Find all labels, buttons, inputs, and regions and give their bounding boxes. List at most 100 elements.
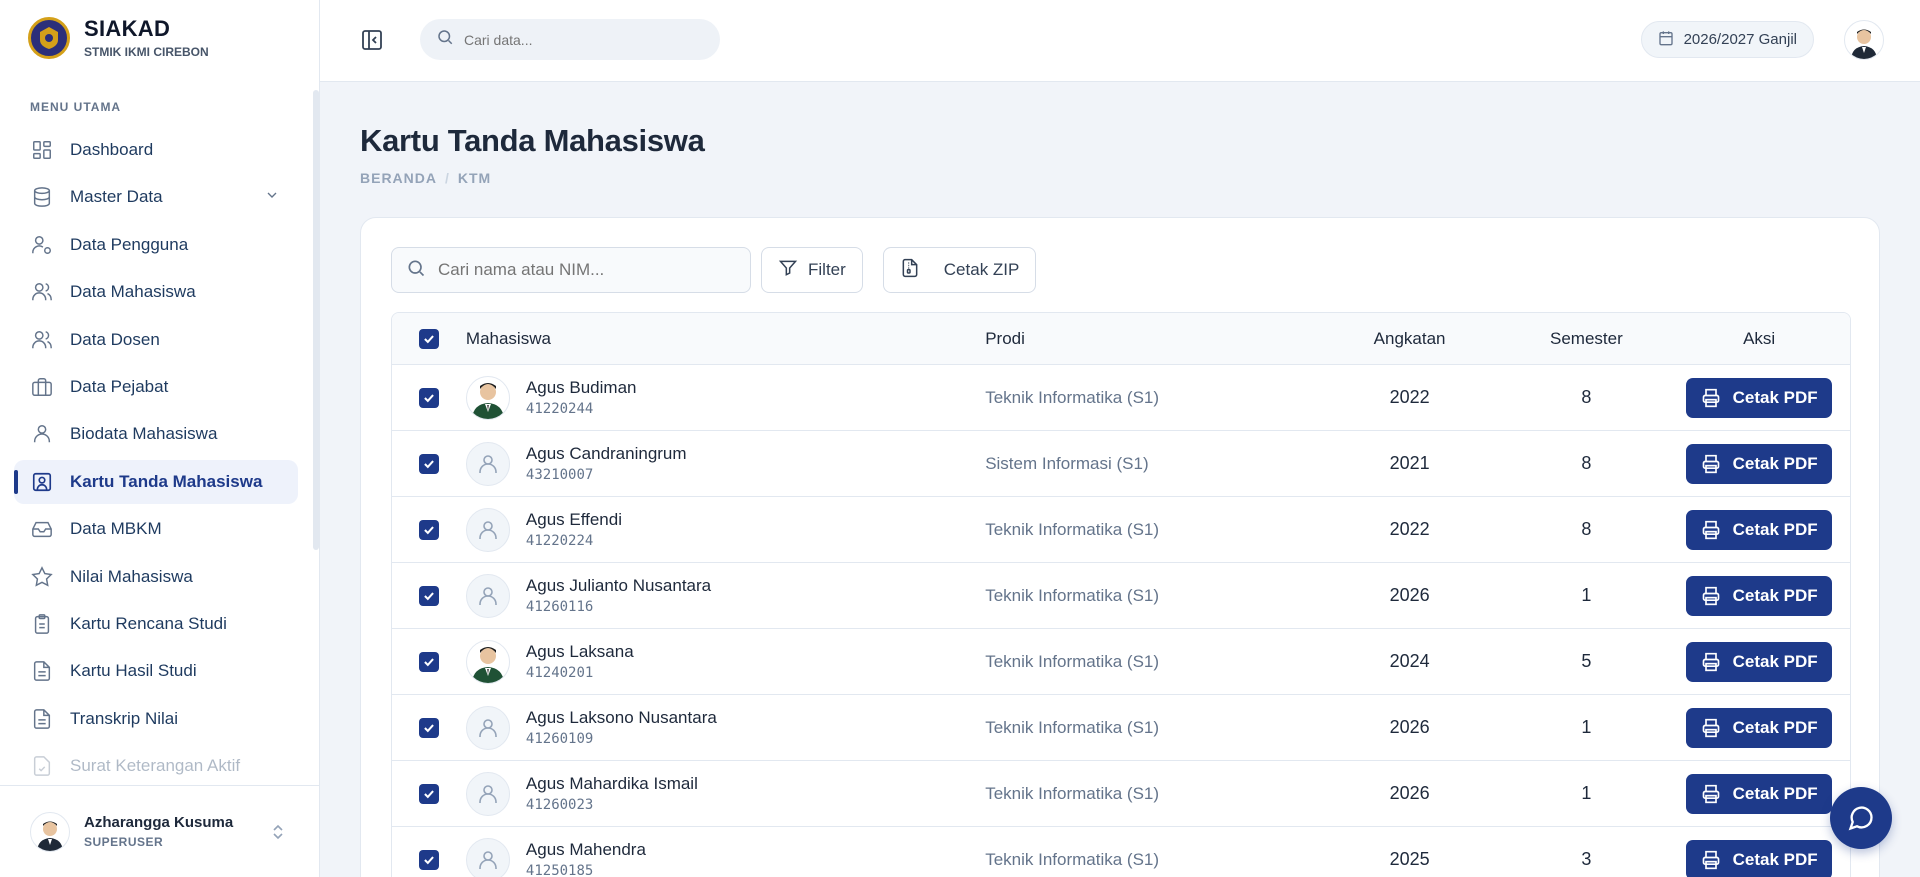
row-checkbox[interactable]	[418, 717, 439, 738]
student-name: Agus Mahendra	[525, 840, 646, 859]
column-header-program[interactable]: Prodi	[985, 329, 1315, 349]
printer-icon	[1701, 784, 1721, 804]
user-placeholder-icon	[465, 771, 510, 816]
academic-period-label: 2026/2027 Ganjil	[1683, 31, 1797, 48]
sidebar-item-data-pejabat[interactable]: Data Pejabat	[14, 365, 298, 409]
student-semester: 5	[1581, 651, 1592, 671]
print-pdf-button[interactable]: Cetak PDF	[1686, 377, 1833, 418]
avatar	[30, 811, 70, 852]
check-icon	[422, 721, 436, 735]
sidebar-toggle-button[interactable]	[360, 28, 386, 54]
sidebar-item-data-pengguna[interactable]: Data Pengguna	[14, 223, 298, 267]
user-profile-card[interactable]: Azharangga Kusuma SUPERUSER	[0, 785, 319, 877]
column-header-semester[interactable]: Semester	[1504, 329, 1668, 349]
table-row: Agus Mahardika Ismail 41260023 Teknik In…	[392, 761, 1850, 827]
sidebar-item-data-mahasiswa[interactable]: Data Mahasiswa	[14, 270, 298, 314]
table-toolbar: Filter Cetak ZIP	[391, 247, 1037, 293]
user-placeholder-icon	[465, 837, 510, 877]
student-year: 2022	[1389, 387, 1430, 407]
academic-period-chip[interactable]: 2026/2027 Ganjil	[1640, 21, 1814, 58]
print-pdf-button[interactable]: Cetak PDF	[1686, 575, 1833, 616]
sidebar-item-nilai-mahasiswa[interactable]: Nilai Mahasiswa	[14, 555, 298, 599]
check-icon	[424, 334, 434, 343]
student-semester: 1	[1581, 717, 1592, 737]
students-table: Mahasiswa Prodi Angkatan Semester Aksi A…	[391, 312, 1851, 877]
brand[interactable]: SIAKAD STMIK IKMI CIREBON	[28, 16, 209, 59]
id-card-icon	[30, 470, 54, 494]
row-checkbox[interactable]	[418, 585, 439, 606]
sidebar-item-kartu-tanda-mahasiswa[interactable]: Kartu Tanda Mahasiswa	[14, 459, 298, 504]
sidebar-item-kartu-hasil-studi[interactable]: Kartu Hasil Studi	[14, 649, 298, 693]
column-header-student[interactable]: Mahasiswa	[466, 329, 985, 349]
student-search[interactable]	[391, 247, 751, 293]
sidebar-item-data-mbkm[interactable]: Data MBKM	[14, 507, 298, 551]
select-all-checkbox[interactable]	[418, 328, 439, 349]
print-zip-button[interactable]: Cetak ZIP	[882, 247, 1037, 293]
column-header-year[interactable]: Angkatan	[1315, 329, 1505, 349]
student-name: Agus Effendi	[525, 510, 622, 529]
sidebar-item-data-dosen[interactable]: Data Dosen	[14, 318, 298, 362]
student-program: Sistem Informasi (S1)	[985, 453, 1149, 473]
global-search[interactable]	[420, 19, 720, 60]
sidebar-item-label: Surat Keterangan Aktif	[70, 756, 241, 776]
filter-button[interactable]: Filter	[761, 247, 863, 293]
check-icon	[422, 787, 436, 801]
breadcrumb-current: KTM	[457, 170, 492, 186]
star-icon	[30, 565, 54, 589]
student-photo	[465, 639, 510, 684]
sidebar-item-biodata-mahasiswa[interactable]: Biodata Mahasiswa	[14, 412, 298, 456]
student-nim: 41260116	[525, 599, 594, 615]
global-search-input[interactable]	[464, 31, 684, 48]
print-pdf-button[interactable]: Cetak PDF	[1686, 509, 1833, 550]
print-pdf-button[interactable]: Cetak PDF	[1686, 707, 1833, 748]
chat-button[interactable]	[1830, 787, 1892, 849]
sidebar-scrollbar[interactable]	[313, 90, 319, 550]
breadcrumb: BERANDA / KTM	[360, 170, 491, 186]
print-pdf-button[interactable]: Cetak PDF	[1686, 443, 1833, 484]
database-icon	[30, 185, 54, 209]
student-search-input[interactable]	[438, 260, 738, 280]
breadcrumb-home[interactable]: BERANDA	[360, 170, 437, 186]
student-year: 2026	[1389, 717, 1430, 737]
print-pdf-label: Cetak PDF	[1732, 585, 1818, 605]
student-program: Teknik Informatika (S1)	[985, 651, 1160, 671]
student-name: Agus Candraningrum	[525, 444, 687, 463]
table-row: Agus Effendi 41220224 Teknik Informatika…	[392, 497, 1850, 563]
sidebar-item-transkrip-nilai[interactable]: Transkrip Nilai	[14, 697, 298, 741]
sidebar-item-master-data[interactable]: Master Data	[14, 175, 298, 219]
page-title: Kartu Tanda Mahasiswa	[360, 123, 705, 158]
sidebar-item-surat-keterangan-aktif[interactable]: Surat Keterangan Aktif	[14, 744, 298, 788]
sidebar-item-label: Kartu Hasil Studi	[70, 661, 197, 681]
printer-icon	[1701, 388, 1721, 408]
users-icon	[30, 280, 54, 304]
sidebar-item-label: Master Data	[70, 187, 163, 207]
print-pdf-button[interactable]: Cetak PDF	[1686, 839, 1833, 877]
sidebar-item-label: Dashboard	[70, 140, 154, 159]
row-checkbox[interactable]	[418, 849, 439, 870]
user-role: SUPERUSER	[84, 835, 164, 849]
row-checkbox[interactable]	[418, 453, 439, 474]
student-year: 2026	[1389, 585, 1430, 605]
student-nim: 41260023	[525, 797, 594, 813]
sidebar-item-dashboard[interactable]: Dashboard	[14, 128, 298, 172]
table-row: Agus Candraningrum 43210007 Sistem Infor…	[392, 431, 1850, 497]
users-icon	[30, 328, 54, 352]
print-pdf-button[interactable]: Cetak PDF	[1686, 641, 1833, 682]
sidebar-item-label: Kartu Rencana Studi	[70, 613, 227, 633]
student-name: Agus Laksono Nusantara	[525, 708, 717, 727]
user-placeholder-icon	[465, 507, 510, 552]
avatar[interactable]	[1844, 20, 1884, 60]
sidebar-item-label: Biodata Mahasiswa	[70, 424, 218, 444]
chevron-down-icon	[264, 187, 280, 208]
sidebar: SIAKAD STMIK IKMI CIREBON MENU UTAMA Das…	[0, 0, 320, 877]
student-program: Teknik Informatika (S1)	[985, 849, 1160, 869]
print-pdf-button[interactable]: Cetak PDF	[1686, 773, 1833, 814]
row-checkbox[interactable]	[418, 783, 439, 804]
user-placeholder-icon	[465, 441, 510, 486]
calendar-icon	[1658, 30, 1674, 50]
sidebar-item-kartu-rencana-studi[interactable]: Kartu Rencana Studi	[14, 602, 298, 646]
row-checkbox[interactable]	[418, 387, 439, 408]
row-checkbox[interactable]	[418, 519, 439, 540]
row-checkbox[interactable]	[418, 651, 439, 672]
check-icon	[422, 391, 436, 405]
